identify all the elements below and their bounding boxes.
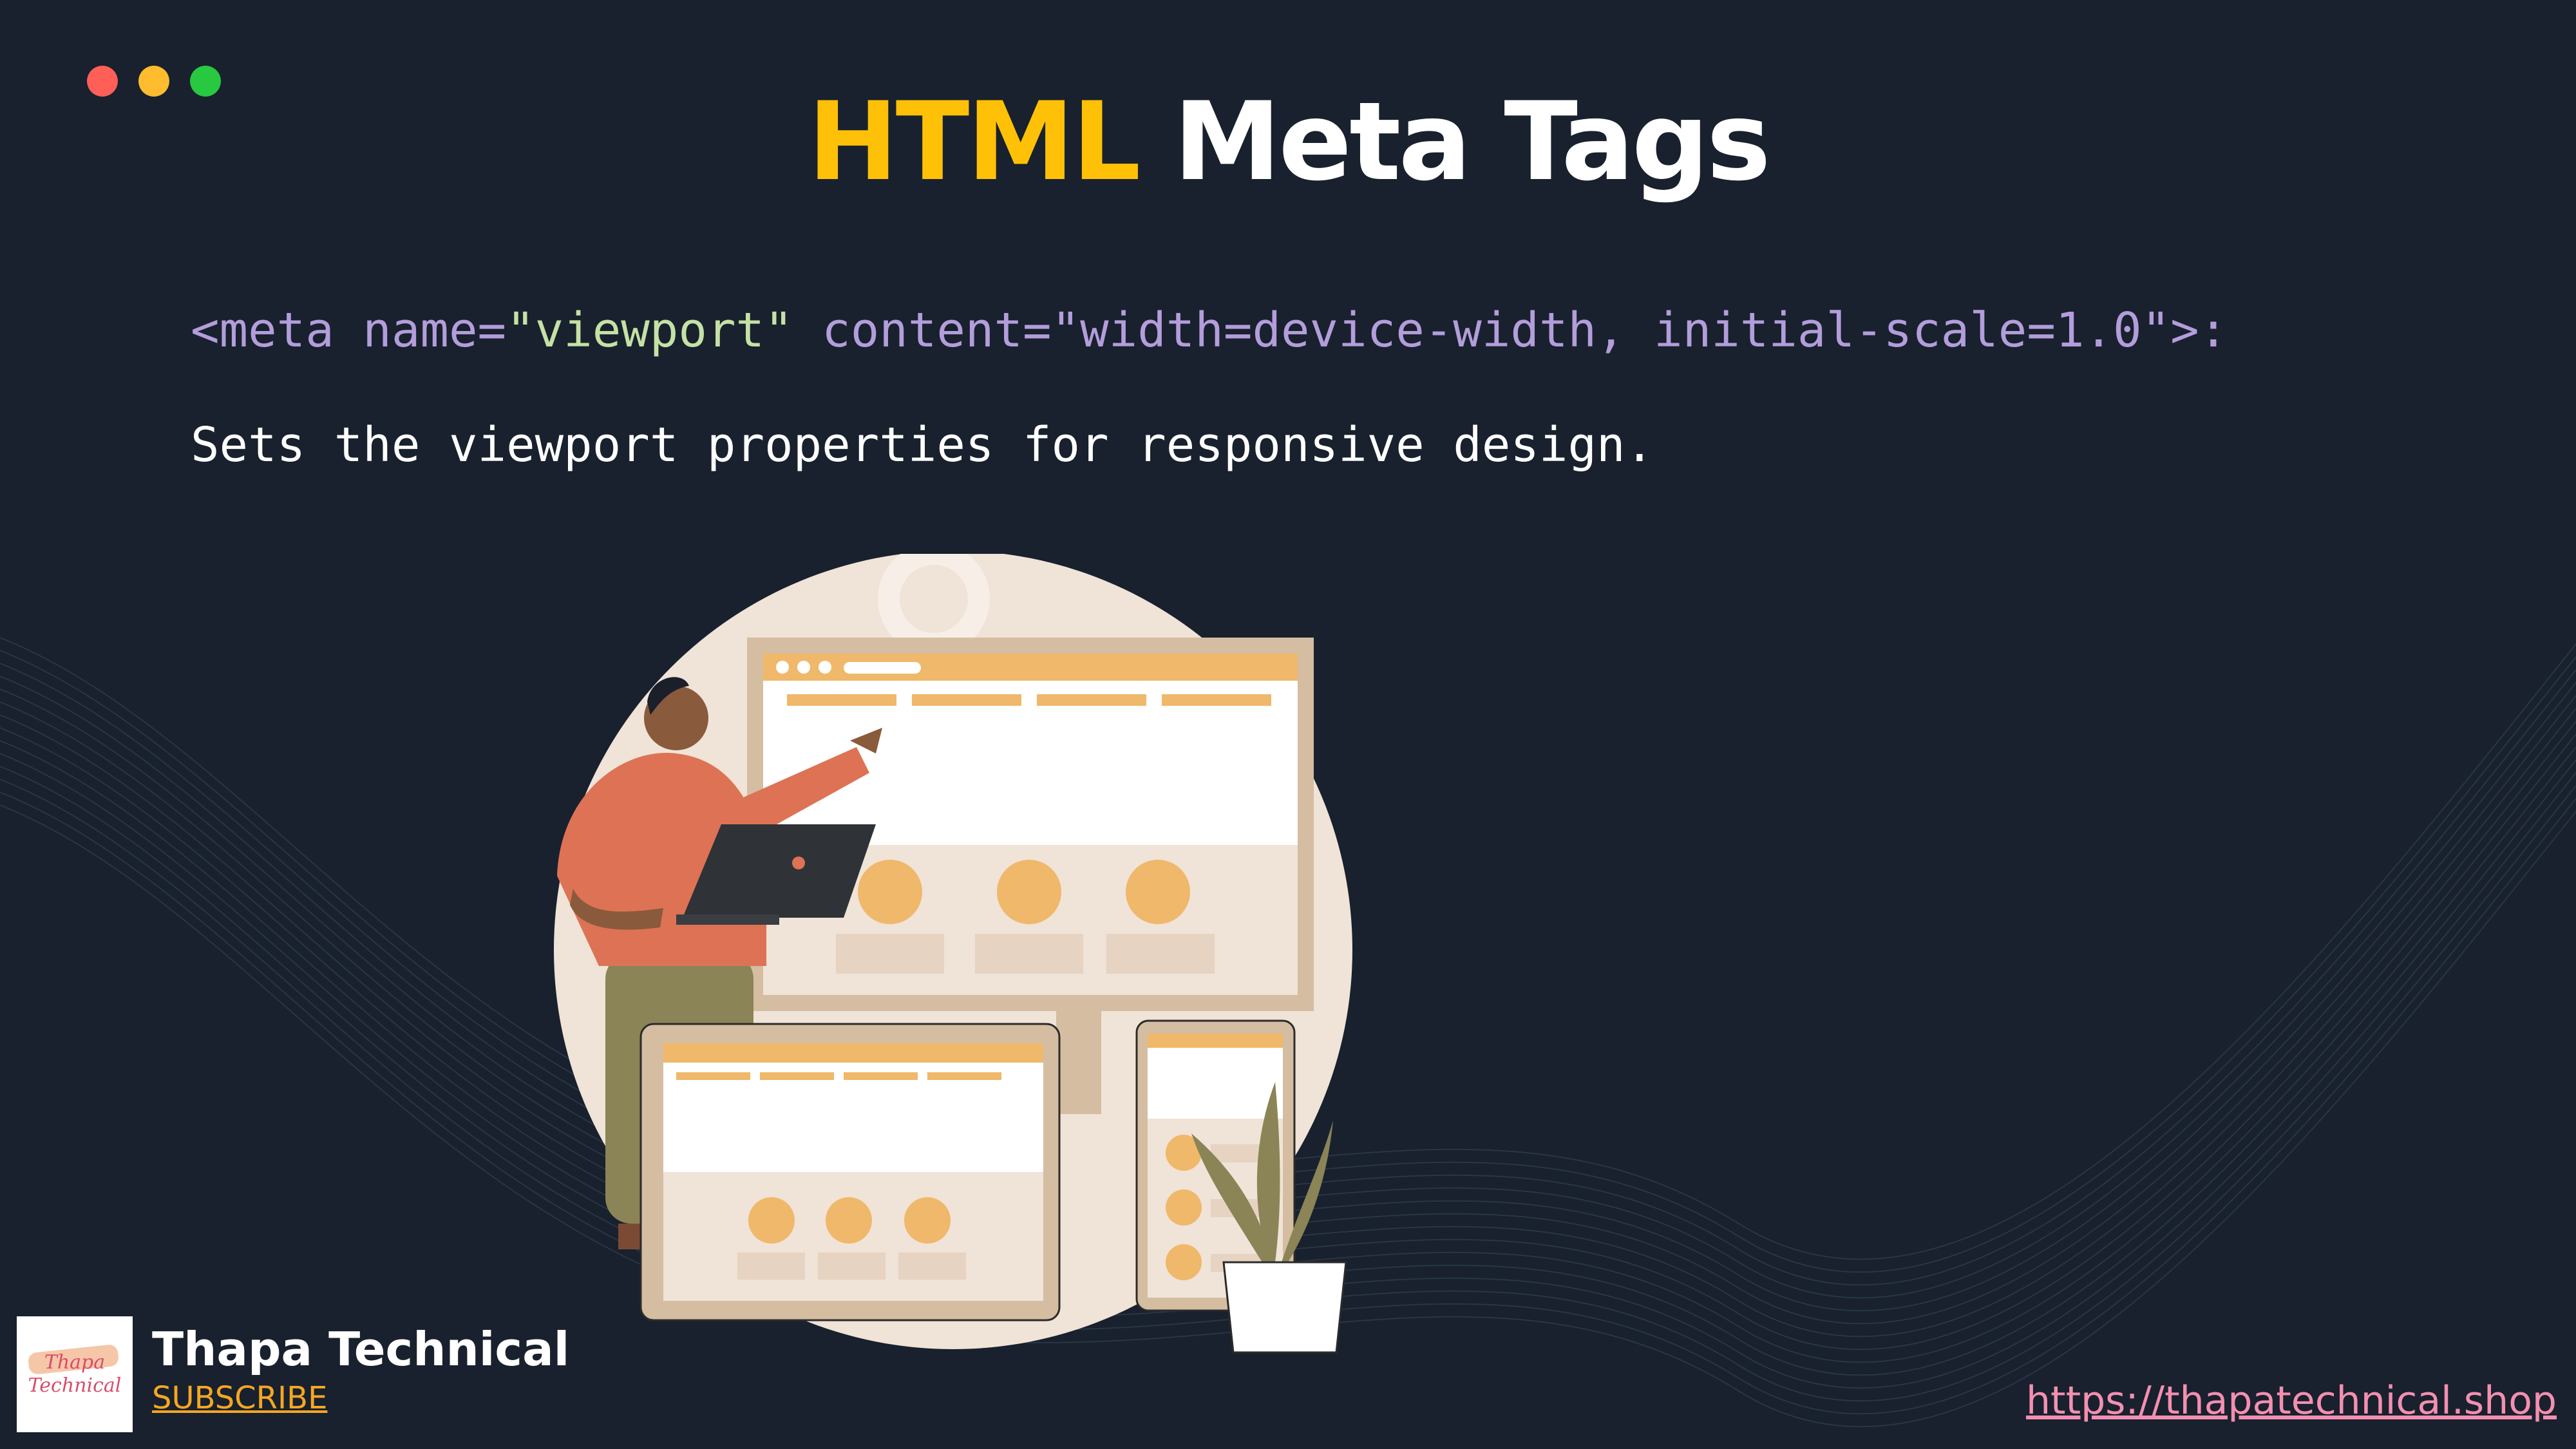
title-rest: Meta Tags (1173, 79, 1771, 205)
channel-brand: Thapa Technical Thapa Technical SUBSCRIB… (17, 1316, 569, 1432)
channel-logo[interactable]: Thapa Technical (17, 1316, 133, 1432)
code-open: <meta name= (191, 303, 507, 358)
channel-name: Thapa Technical (152, 1322, 570, 1376)
subscribe-link[interactable]: SUBSCRIBE (152, 1378, 569, 1418)
logo-line1: Thapa (44, 1351, 106, 1374)
page-title: HTML Meta Tags (0, 77, 2576, 206)
responsive-design-illustration (554, 554, 1352, 1354)
title-highlight: HTML (808, 79, 1141, 205)
logo-line2: Technical (28, 1374, 122, 1397)
code-name-value: "viewport" (506, 303, 793, 358)
website-link[interactable]: https://thapatechnical.shop (2026, 1378, 2557, 1423)
code-content-attr: content="width=device-width, initial-sca… (793, 303, 2228, 358)
tablet-icon (639, 1023, 1061, 1321)
description-text: Sets the viewport properties for respons… (191, 417, 1654, 473)
code-snippet: <meta name="viewport" content="width=dev… (191, 295, 2228, 366)
